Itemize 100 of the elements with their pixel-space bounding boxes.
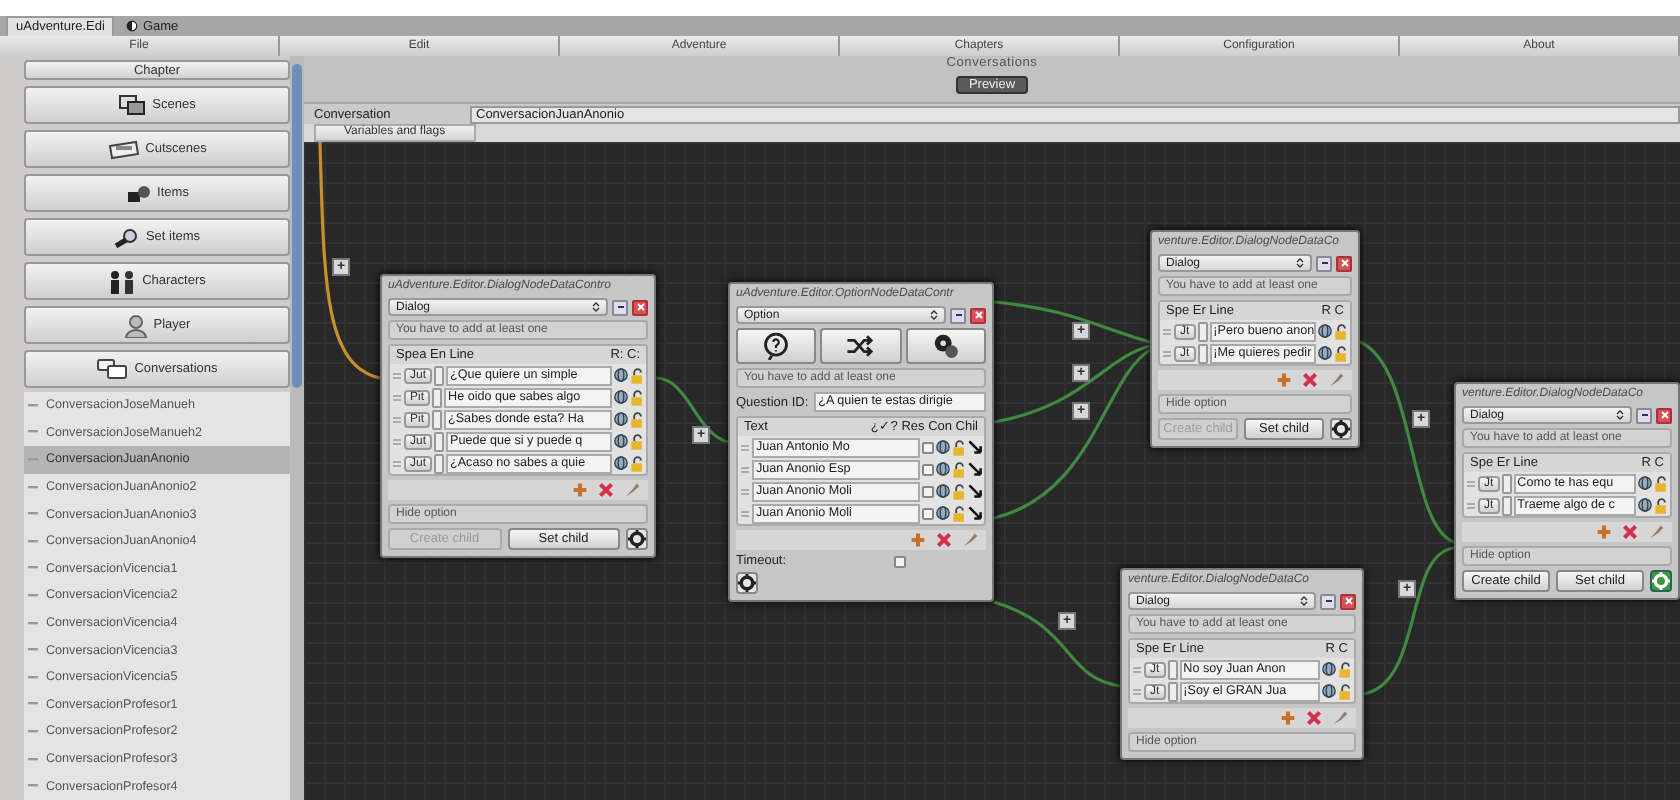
dash-icon	[28, 621, 38, 626]
dash-icon	[28, 593, 38, 598]
sphere-icon	[936, 462, 950, 476]
plus-icon	[572, 482, 588, 498]
dropdown-arrow-icon	[1296, 258, 1304, 268]
checkbox[interactable]	[922, 485, 934, 497]
dash-icon	[28, 784, 38, 789]
minus-icon	[1319, 258, 1329, 268]
settings-button[interactable]	[1650, 570, 1672, 592]
sphere-icon	[614, 412, 628, 426]
gears-button[interactable]	[905, 328, 986, 364]
delete-icon	[1622, 524, 1638, 540]
plus-icon	[1280, 710, 1296, 726]
drag-handle-icon	[740, 465, 750, 473]
settings-button[interactable]	[736, 572, 758, 594]
delete-icon	[936, 532, 952, 548]
question-bubble-icon	[762, 332, 791, 360]
sphere-icon	[936, 484, 950, 498]
drag-handle-icon	[392, 393, 402, 401]
minimize-button[interactable]	[612, 299, 628, 315]
dash-icon	[28, 485, 38, 490]
close-button[interactable]	[1336, 255, 1352, 271]
checkbox[interactable]	[922, 463, 934, 475]
minimize-button[interactable]	[950, 307, 966, 323]
close-button[interactable]	[632, 299, 648, 315]
close-icon	[1659, 410, 1669, 420]
padlock-icon	[952, 483, 966, 499]
drag-handle-icon	[1466, 479, 1476, 487]
gear-icon	[738, 574, 756, 592]
drag-handle-icon	[392, 371, 402, 379]
question-button[interactable]	[736, 328, 817, 364]
scrollbar[interactable]	[290, 56, 304, 800]
drag-handle-icon	[392, 459, 402, 467]
close-icon	[1343, 596, 1353, 606]
brush-icon	[1332, 710, 1348, 726]
dash-icon	[28, 702, 38, 707]
drag-handle-icon	[392, 437, 402, 445]
padlock-icon	[1334, 345, 1348, 361]
settings-button[interactable]	[626, 528, 648, 550]
plus-icon	[910, 532, 926, 548]
dropdown-arrow-icon	[592, 302, 600, 312]
close-icon	[1339, 258, 1349, 268]
close-icon	[635, 302, 645, 312]
minus-icon	[615, 302, 625, 312]
checkbox[interactable]	[922, 441, 934, 453]
film-strip-icon	[107, 139, 140, 159]
sphere-icon	[614, 390, 628, 404]
sphere-icon	[1638, 476, 1652, 490]
timeout-checkbox[interactable]	[894, 555, 906, 567]
shuffle-icon	[846, 334, 875, 358]
plus-icon	[1276, 372, 1292, 388]
checkbox[interactable]	[922, 507, 934, 519]
sphere-icon	[614, 456, 628, 470]
minimize-button[interactable]	[1320, 593, 1336, 609]
connector-line	[993, 600, 1121, 688]
sphere-icon	[1318, 346, 1332, 360]
brush-icon	[624, 482, 640, 498]
close-button[interactable]	[1656, 407, 1672, 423]
delete-icon	[1306, 710, 1322, 726]
dash-icon	[28, 757, 38, 762]
pictures-icon	[118, 94, 147, 116]
sphere-icon	[1638, 498, 1652, 512]
drag-handle-icon	[740, 443, 750, 451]
minus-icon	[953, 310, 963, 320]
drag-handle-icon	[392, 415, 402, 423]
magnifier-icon	[113, 227, 140, 247]
settings-button[interactable]	[1330, 418, 1352, 440]
padlock-icon	[630, 455, 644, 471]
connector-line	[655, 376, 729, 444]
arrow-icon	[968, 462, 982, 476]
shuffle-button[interactable]	[820, 328, 902, 364]
padlock-icon	[952, 439, 966, 455]
scrollbar-thumb[interactable]	[292, 64, 302, 388]
close-button[interactable]	[970, 307, 986, 323]
arrow-icon	[968, 484, 982, 498]
padlock-icon	[630, 389, 644, 405]
close-button[interactable]	[1340, 593, 1356, 609]
brush-icon	[962, 532, 978, 548]
drag-handle-icon	[1466, 501, 1476, 509]
delete-icon	[598, 482, 614, 498]
half-circle-icon	[126, 20, 139, 32]
brush-icon	[1648, 524, 1664, 540]
padlock-icon	[630, 411, 644, 427]
padlock-icon	[952, 505, 966, 521]
padlock-icon	[630, 367, 644, 383]
sphere-icon	[936, 506, 950, 520]
gear-icon	[1652, 572, 1670, 590]
drag-handle-icon	[1162, 349, 1172, 357]
dropdown-arrow-icon	[1616, 410, 1624, 420]
sphere-icon	[1322, 684, 1336, 698]
arrow-icon	[968, 506, 982, 520]
dash-icon	[28, 566, 38, 571]
plus-icon	[1596, 524, 1612, 540]
minimize-button[interactable]	[1316, 255, 1332, 271]
padlock-icon	[630, 433, 644, 449]
speech-bubbles-icon	[96, 358, 129, 380]
close-icon	[973, 310, 983, 320]
minimize-button[interactable]	[1636, 407, 1652, 423]
dash-icon	[28, 539, 38, 544]
padlock-icon	[1338, 661, 1352, 677]
